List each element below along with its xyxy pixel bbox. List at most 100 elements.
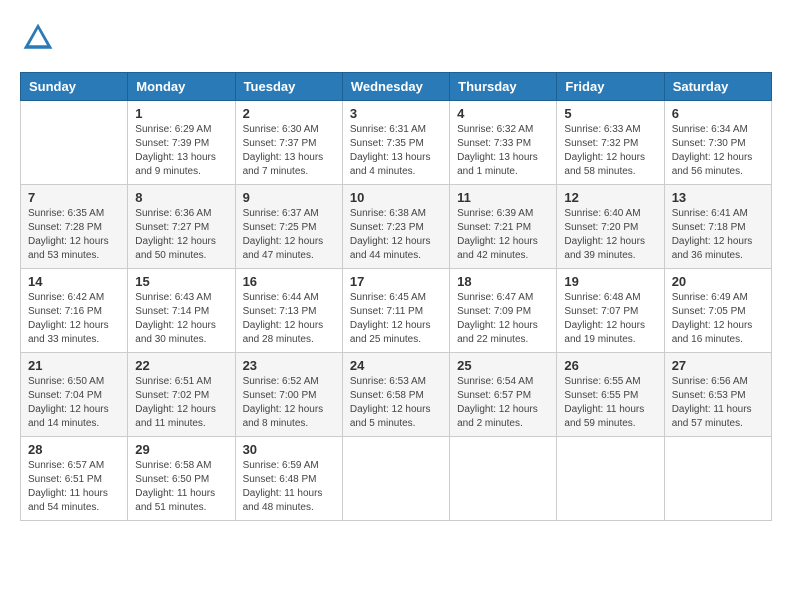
calendar-cell: 27 Sunrise: 6:56 AM Sunset: 6:53 PM Dayli… [664, 353, 771, 437]
calendar-cell [342, 437, 449, 521]
calendar-cell: 3 Sunrise: 6:31 AM Sunset: 7:35 PM Daylig… [342, 101, 449, 185]
calendar-cell: 19Sunrise: 6:48 AM Sunset: 7:07 PM Dayli… [557, 269, 664, 353]
calendar-cell: 4 Sunrise: 6:32 AM Sunset: 7:33 PM Daylig… [450, 101, 557, 185]
column-header-saturday: Saturday [664, 73, 771, 101]
calendar-cell: 1Sunrise: 6:29 AM Sunset: 7:39 PM Daylig… [128, 101, 235, 185]
day-info: Sunrise: 6:52 AM Sunset: 7:00 PM Dayligh… [243, 375, 335, 431]
calendar-cell [557, 437, 664, 521]
day-info: Sunrise: 6:42 AM Sunset: 7:16 PM Dayligh… [28, 291, 120, 347]
calendar-cell: 22 Sunrise: 6:51 AM Sunset: 7:02 PM Dayli… [128, 353, 235, 437]
day-number: 24 [350, 358, 442, 373]
column-header-monday: Monday [128, 73, 235, 101]
day-info: Sunrise: 6:50 AM Sunset: 7:04 PM Dayligh… [28, 375, 120, 431]
column-header-tuesday: Tuesday [235, 73, 342, 101]
calendar-table: SundayMondayTuesdayWednesdayThursdayFrid… [20, 72, 772, 521]
day-number: 12 [564, 190, 656, 205]
logo-icon [20, 20, 56, 56]
page-header [20, 20, 772, 56]
day-number: 28 [28, 442, 120, 457]
day-number: 27 [672, 358, 764, 373]
calendar-cell: 29 Sunrise: 6:58 AM Sunset: 6:50 PM Dayli… [128, 437, 235, 521]
day-info: Sunrise: 6:36 AM Sunset: 7:27 PM Dayligh… [135, 207, 227, 263]
calendar-week-row: 7 Sunrise: 6:35 AM Sunset: 7:28 PM Daylig… [21, 185, 772, 269]
day-info: Sunrise: 6:54 AM Sunset: 6:57 PM Dayligh… [457, 375, 549, 431]
calendar-week-row: 21 Sunrise: 6:50 AM Sunset: 7:04 PM Dayli… [21, 353, 772, 437]
day-info: Sunrise: 6:58 AM Sunset: 6:50 PM Dayligh… [135, 459, 227, 515]
calendar-cell: 24Sunrise: 6:53 AM Sunset: 6:58 PM Dayli… [342, 353, 449, 437]
day-info: Sunrise: 6:40 AM Sunset: 7:20 PM Dayligh… [564, 207, 656, 263]
day-info: Sunrise: 6:38 AM Sunset: 7:23 PM Dayligh… [350, 207, 442, 263]
day-info: Sunrise: 6:57 AM Sunset: 6:51 PM Dayligh… [28, 459, 120, 515]
calendar-cell: 20Sunrise: 6:49 AM Sunset: 7:05 PM Dayli… [664, 269, 771, 353]
day-number: 26 [564, 358, 656, 373]
day-number: 13 [672, 190, 764, 205]
day-number: 25 [457, 358, 549, 373]
day-info: Sunrise: 6:56 AM Sunset: 6:53 PM Dayligh… [672, 375, 764, 431]
calendar-header-row: SundayMondayTuesdayWednesdayThursdayFrid… [21, 73, 772, 101]
day-number: 23 [243, 358, 335, 373]
day-number: 10 [350, 190, 442, 205]
day-info: Sunrise: 6:35 AM Sunset: 7:28 PM Dayligh… [28, 207, 120, 263]
day-number: 6 [672, 106, 764, 121]
day-info: Sunrise: 6:33 AM Sunset: 7:32 PM Dayligh… [564, 123, 656, 179]
day-info: Sunrise: 6:45 AM Sunset: 7:11 PM Dayligh… [350, 291, 442, 347]
day-info: Sunrise: 6:47 AM Sunset: 7:09 PM Dayligh… [457, 291, 549, 347]
calendar-cell: 2 Sunrise: 6:30 AM Sunset: 7:37 PM Daylig… [235, 101, 342, 185]
calendar-week-row: 14 Sunrise: 6:42 AM Sunset: 7:16 PM Dayli… [21, 269, 772, 353]
column-header-sunday: Sunday [21, 73, 128, 101]
calendar-cell: 16 Sunrise: 6:44 AM Sunset: 7:13 PM Dayli… [235, 269, 342, 353]
calendar-cell: 30 Sunrise: 6:59 AM Sunset: 6:48 PM Dayli… [235, 437, 342, 521]
day-number: 16 [243, 274, 335, 289]
day-number: 21 [28, 358, 120, 373]
day-info: Sunrise: 6:30 AM Sunset: 7:37 PM Dayligh… [243, 123, 335, 179]
day-number: 29 [135, 442, 227, 457]
calendar-cell: 28 Sunrise: 6:57 AM Sunset: 6:51 PM Dayli… [21, 437, 128, 521]
logo [20, 20, 62, 56]
calendar-cell: 15 Sunrise: 6:43 AM Sunset: 7:14 PM Dayli… [128, 269, 235, 353]
day-number: 3 [350, 106, 442, 121]
day-info: Sunrise: 6:41 AM Sunset: 7:18 PM Dayligh… [672, 207, 764, 263]
day-number: 2 [243, 106, 335, 121]
calendar-cell: 10 Sunrise: 6:38 AM Sunset: 7:23 PM Dayli… [342, 185, 449, 269]
day-number: 14 [28, 274, 120, 289]
day-info: Sunrise: 6:48 AM Sunset: 7:07 PM Dayligh… [564, 291, 656, 347]
calendar-cell: 8 Sunrise: 6:36 AM Sunset: 7:27 PM Daylig… [128, 185, 235, 269]
column-header-wednesday: Wednesday [342, 73, 449, 101]
day-number: 15 [135, 274, 227, 289]
day-info: Sunrise: 6:55 AM Sunset: 6:55 PM Dayligh… [564, 375, 656, 431]
day-number: 1 [135, 106, 227, 121]
calendar-cell: 13 Sunrise: 6:41 AM Sunset: 7:18 PM Dayli… [664, 185, 771, 269]
calendar-cell: 25 Sunrise: 6:54 AM Sunset: 6:57 PM Dayli… [450, 353, 557, 437]
calendar-cell: 21 Sunrise: 6:50 AM Sunset: 7:04 PM Dayli… [21, 353, 128, 437]
day-info: Sunrise: 6:32 AM Sunset: 7:33 PM Dayligh… [457, 123, 549, 179]
calendar-cell: 5 Sunrise: 6:33 AM Sunset: 7:32 PM Daylig… [557, 101, 664, 185]
calendar-cell: 9 Sunrise: 6:37 AM Sunset: 7:25 PM Daylig… [235, 185, 342, 269]
day-info: Sunrise: 6:31 AM Sunset: 7:35 PM Dayligh… [350, 123, 442, 179]
calendar-cell: 23 Sunrise: 6:52 AM Sunset: 7:00 PM Dayli… [235, 353, 342, 437]
day-number: 8 [135, 190, 227, 205]
calendar-cell: 14 Sunrise: 6:42 AM Sunset: 7:16 PM Dayli… [21, 269, 128, 353]
calendar-cell: 26 Sunrise: 6:55 AM Sunset: 6:55 PM Dayli… [557, 353, 664, 437]
day-number: 4 [457, 106, 549, 121]
day-number: 22 [135, 358, 227, 373]
calendar-week-row: 28 Sunrise: 6:57 AM Sunset: 6:51 PM Dayli… [21, 437, 772, 521]
day-info: Sunrise: 6:51 AM Sunset: 7:02 PM Dayligh… [135, 375, 227, 431]
day-info: Sunrise: 6:59 AM Sunset: 6:48 PM Dayligh… [243, 459, 335, 515]
day-number: 11 [457, 190, 549, 205]
day-info: Sunrise: 6:37 AM Sunset: 7:25 PM Dayligh… [243, 207, 335, 263]
calendar-cell: 11Sunrise: 6:39 AM Sunset: 7:21 PM Dayli… [450, 185, 557, 269]
calendar-week-row: 1Sunrise: 6:29 AM Sunset: 7:39 PM Daylig… [21, 101, 772, 185]
day-number: 30 [243, 442, 335, 457]
calendar-cell: 17 Sunrise: 6:45 AM Sunset: 7:11 PM Dayli… [342, 269, 449, 353]
day-info: Sunrise: 6:43 AM Sunset: 7:14 PM Dayligh… [135, 291, 227, 347]
day-number: 17 [350, 274, 442, 289]
day-number: 20 [672, 274, 764, 289]
calendar-cell [21, 101, 128, 185]
day-number: 7 [28, 190, 120, 205]
day-number: 18 [457, 274, 549, 289]
day-info: Sunrise: 6:44 AM Sunset: 7:13 PM Dayligh… [243, 291, 335, 347]
day-number: 9 [243, 190, 335, 205]
day-info: Sunrise: 6:34 AM Sunset: 7:30 PM Dayligh… [672, 123, 764, 179]
day-number: 5 [564, 106, 656, 121]
calendar-cell [450, 437, 557, 521]
